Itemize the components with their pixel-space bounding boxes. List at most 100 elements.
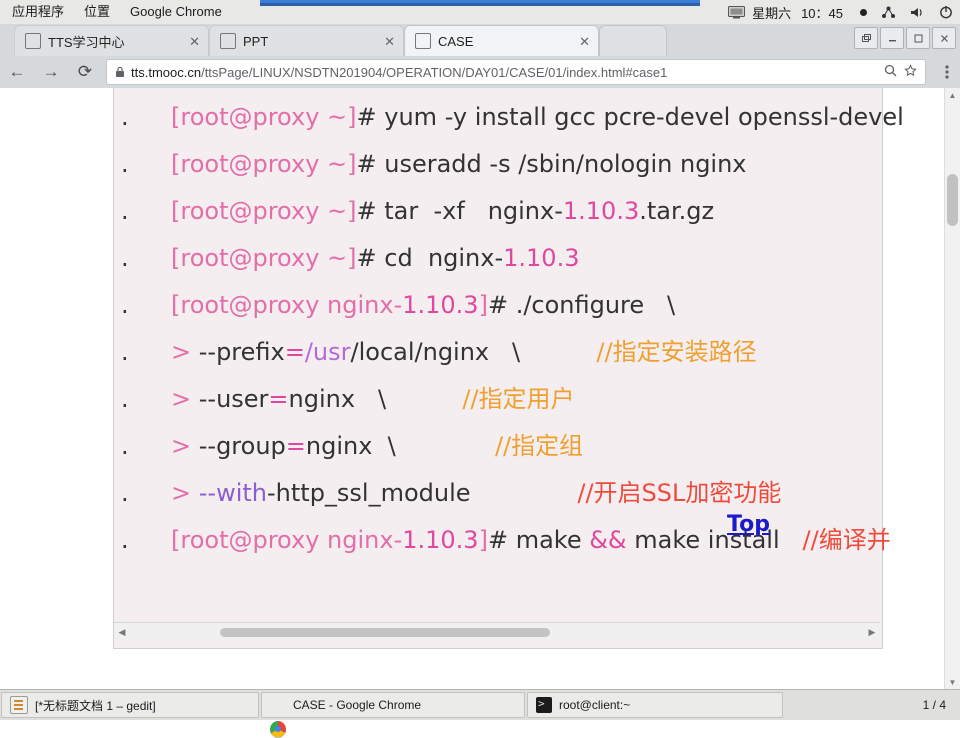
slide-line: . [root@proxy ~]# cd nginx-1.10.3	[114, 235, 882, 282]
slide-line: .> --group=nginx \ //指定组	[114, 423, 882, 470]
slide-text-run: //指定安装路径	[596, 338, 756, 366]
top-link[interactable]: Top	[727, 512, 770, 537]
window-restore-button[interactable]	[854, 27, 878, 49]
back-button[interactable]: ←	[0, 57, 34, 87]
address-bar[interactable]: tts.tmooc.cn/ttsPage/LINUX/NSDTN201904/O…	[106, 59, 926, 85]
gedit-icon	[10, 696, 28, 714]
bookmark-star-icon[interactable]	[904, 64, 917, 80]
slide-line: .[root@proxy ~]# yum -y install gcc pcre…	[114, 94, 882, 141]
slide-text-run: [root@proxy nginx-	[171, 291, 402, 319]
tab-close-icon[interactable]: ✕	[579, 35, 590, 48]
slide-line-text: [root@proxy ~]# yum -y install gcc pcre-…	[171, 94, 904, 141]
slide-text-run: //指定组	[495, 432, 583, 460]
desktop-taskbar: [*无标题文档 1 – gedit] CASE - Google Chrome …	[0, 689, 960, 720]
taskbar-item-label: CASE - Google Chrome	[293, 698, 421, 712]
slide-text-run: =	[286, 432, 306, 460]
slide-text-run: //指定用户	[462, 385, 574, 413]
slide-text-run: -http_ssl_module	[267, 479, 471, 507]
browser-chrome: TTS学习中心 ✕ PPT ✕ CASE ✕ ← → ⟳	[0, 24, 960, 89]
slide-text-run: # ./configure \	[488, 291, 675, 319]
network-icon[interactable]	[874, 6, 903, 19]
window-minimize-button[interactable]	[880, 27, 904, 49]
tab-strip: TTS学习中心 ✕ PPT ✕ CASE ✕	[0, 24, 960, 56]
window-maximize-button[interactable]	[906, 27, 930, 49]
terminal-icon	[536, 697, 552, 713]
volume-icon[interactable]	[903, 6, 932, 19]
bullet-icon: .	[121, 470, 129, 517]
slide-line-text: > --user=nginx \ //指定用户	[171, 376, 575, 423]
tab-close-icon[interactable]: ✕	[189, 35, 200, 48]
vertical-scroll-thumb[interactable]	[947, 174, 958, 226]
slide-text-run: &&	[589, 526, 626, 554]
slide-text-run: --user	[199, 385, 269, 413]
slide-text-run: # cd nginx-	[357, 244, 504, 272]
menu-applications[interactable]: 应用程序	[0, 0, 74, 24]
slide-text-run: /sbin/nologin nginx	[511, 150, 747, 178]
slide-text-run: >	[171, 479, 199, 507]
slide-line-text: > --prefix=/usr/local/nginx \ //指定安装路径	[171, 329, 757, 376]
scroll-track[interactable]	[130, 626, 864, 638]
browser-vertical-scrollbar[interactable]: ▲ ▼	[944, 88, 960, 690]
slide-text-run: nginx \	[306, 432, 396, 460]
tab-ppt[interactable]: PPT ✕	[209, 25, 404, 56]
tab-favicon-icon	[415, 33, 431, 49]
screen-icon[interactable]	[721, 6, 752, 19]
slide-text-run: =	[268, 385, 288, 413]
slide-text-run: -y	[445, 103, 467, 131]
slide-text-run: //开启SSL加密功能	[577, 479, 781, 507]
slide-text-run: //编译并	[803, 526, 891, 554]
browser-toolbar: ← → ⟳ tts.tmooc.cn/ttsPage/LINUX/NSDTN20…	[0, 56, 960, 88]
bullet-icon: .	[121, 376, 129, 423]
slide-text-run: [root@proxy ~]	[171, 197, 357, 225]
scroll-left-arrow[interactable]: ◀	[114, 627, 130, 638]
bullet-icon: .	[121, 188, 129, 235]
taskbar-item-label: root@client:~	[559, 698, 630, 712]
slide-text-run: .tar.gz	[639, 197, 714, 225]
tab-title: TTS学习中心	[48, 32, 181, 51]
tab-case[interactable]: CASE ✕	[404, 25, 599, 56]
slide-text-run: 1.10.3	[503, 244, 579, 272]
chrome-icon	[270, 721, 286, 738]
slide-text-run: # tar -xf nginx-	[357, 197, 563, 225]
taskbar-item-chrome[interactable]: CASE - Google Chrome	[261, 692, 525, 718]
bullet-icon: .	[121, 141, 129, 188]
slide-text-run: 1.10.3	[402, 291, 478, 319]
search-zoom-icon[interactable]	[884, 64, 897, 80]
slide-text-run: =	[285, 338, 305, 366]
slide-line-text: [root@proxy nginx-1.10.3]# make && make …	[171, 517, 891, 564]
slide-text-run: -s	[489, 150, 510, 178]
bullet-icon: .	[121, 423, 129, 470]
slide-horizontal-scrollbar[interactable]: ◀ ▶	[114, 622, 880, 641]
workspace-pager[interactable]: 1 / 4	[915, 698, 960, 712]
slide-text-run: >	[171, 432, 199, 460]
slide-line-text: [root@proxy ~]# tar -xf nginx-1.10.3.tar…	[171, 188, 714, 235]
reload-button[interactable]: ⟳	[68, 57, 102, 87]
active-application-label[interactable]: Google Chrome	[120, 0, 232, 24]
menu-places[interactable]: 位置	[74, 0, 120, 24]
address-bar-url: tts.tmooc.cn/ttsPage/LINUX/NSDTN201904/O…	[131, 65, 877, 80]
new-tab-button[interactable]	[599, 25, 667, 56]
scroll-right-arrow[interactable]: ▶	[864, 627, 880, 638]
three-dots-menu-icon[interactable]	[934, 64, 960, 80]
window-close-button[interactable]	[932, 27, 956, 49]
tab-title: CASE	[438, 34, 571, 49]
slide-text-run	[520, 338, 596, 366]
tab-tts[interactable]: TTS学习中心 ✕	[14, 25, 209, 56]
system-clock[interactable]: 10：45	[795, 3, 849, 22]
slide-text-run	[396, 432, 495, 460]
scroll-down-arrow[interactable]: ▼	[945, 675, 960, 690]
tab-close-icon[interactable]: ✕	[384, 35, 395, 48]
slide-text-run: # make	[488, 526, 589, 554]
slide-text-run: # useradd	[357, 150, 490, 178]
slide-text-run: [root@proxy ~]	[171, 244, 357, 272]
scroll-up-arrow[interactable]: ▲	[945, 88, 960, 103]
forward-button[interactable]: →	[34, 57, 68, 87]
bullet-icon: .	[121, 235, 129, 282]
scroll-thumb[interactable]	[220, 628, 550, 637]
window-edge-highlight-inner	[260, 0, 700, 3]
taskbar-item-terminal[interactable]: root@client:~	[527, 692, 783, 718]
slide-text-run: ]	[479, 291, 488, 319]
taskbar-item-gedit[interactable]: [*无标题文档 1 – gedit]	[1, 692, 259, 718]
bullet-icon: .	[121, 282, 129, 329]
power-icon[interactable]	[932, 5, 960, 19]
